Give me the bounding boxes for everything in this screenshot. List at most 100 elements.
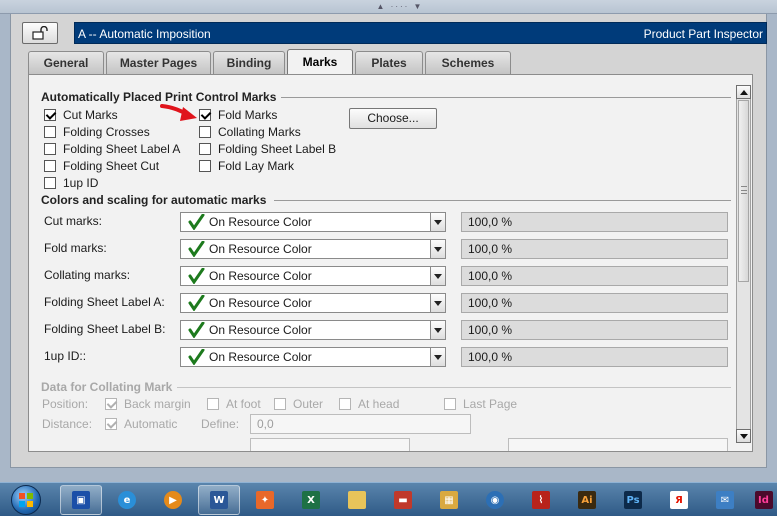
- last-page-checkbox[interactable]: Last Page: [444, 397, 517, 411]
- fold-marks-checkbox[interactable]: Fold Marks: [199, 108, 277, 122]
- folding-sheet-label-b-scale-field[interactable]: 100,0 %: [461, 320, 728, 340]
- lock-button[interactable]: [22, 22, 58, 44]
- tab-schemes[interactable]: Schemes: [425, 51, 511, 74]
- section-divider: [281, 97, 731, 98]
- taskbar-word[interactable]: W: [198, 485, 240, 515]
- checkbox-box[interactable]: [44, 160, 56, 172]
- vertical-scrollbar[interactable]: [736, 85, 751, 443]
- 1up-id-dropdown-button[interactable]: [430, 347, 446, 367]
- fold-marks-color-select[interactable]: On Resource Color: [180, 239, 445, 259]
- position-label: Position:: [42, 397, 89, 411]
- checkbox-box[interactable]: [199, 160, 211, 172]
- fold-marks-scale-field[interactable]: 100,0 %: [461, 239, 728, 259]
- checkbox-box[interactable]: [274, 398, 286, 410]
- taskbar-internet-explorer[interactable]: e: [106, 485, 148, 515]
- folding-sheet-cut-checkbox[interactable]: Folding Sheet Cut: [44, 159, 159, 173]
- tab-marks[interactable]: Marks: [287, 49, 353, 74]
- fold-marks-label: Fold marks:: [44, 241, 107, 255]
- scroll-up-button[interactable]: [736, 85, 751, 99]
- unlock-icon: [32, 26, 48, 40]
- 1up-id-color-select[interactable]: On Resource Color: [180, 347, 445, 367]
- cut-marks-dropdown-button[interactable]: [430, 212, 446, 232]
- 1up-id-scale-field[interactable]: 100,0 %: [461, 347, 728, 367]
- checkbox-box[interactable]: [207, 398, 219, 410]
- checkbox-box[interactable]: [199, 143, 211, 155]
- taskbar-image-app[interactable]: ▦: [428, 485, 470, 515]
- taskbar-yandex[interactable]: Я: [658, 485, 700, 515]
- cut-marks-checkbox[interactable]: Cut Marks: [44, 108, 118, 122]
- folding-sheet-label-a-scale-field[interactable]: 100,0 %: [461, 293, 728, 313]
- green-check-icon: [188, 268, 205, 284]
- tab-master-pages[interactable]: Master Pages: [106, 51, 211, 74]
- checkbox-box[interactable]: [105, 398, 117, 410]
- tab-bar: General Master Pages Binding Marks Plate…: [28, 49, 513, 75]
- taskbar-photoshop[interactable]: Ps: [612, 485, 654, 515]
- taskbar-orange-app[interactable]: ✦: [244, 485, 286, 515]
- folding-sheet-label-b-color-select[interactable]: On Resource Color: [180, 320, 445, 340]
- taskbar-indesign[interactable]: Id: [750, 485, 777, 515]
- checkbox-box[interactable]: [199, 126, 211, 138]
- splitter-grip-icon[interactable]: ▲ ···· ▼: [360, 3, 440, 11]
- cut-marks-color-select[interactable]: On Resource Color: [180, 212, 445, 232]
- at-foot-checkbox[interactable]: At foot: [207, 397, 261, 411]
- green-check-icon: [188, 349, 205, 365]
- checkbox-box[interactable]: [44, 109, 56, 121]
- taskbar-media-player[interactable]: ▶: [152, 485, 194, 515]
- collating-marks-dropdown-button[interactable]: [430, 266, 446, 286]
- 1up-id-checkbox[interactable]: 1up ID: [44, 176, 98, 190]
- checkbox-box[interactable]: [105, 418, 117, 430]
- back-margin-checkbox[interactable]: Back margin: [105, 397, 191, 411]
- tab-general[interactable]: General: [28, 51, 104, 74]
- taskbar-illustrator[interactable]: Ai: [566, 485, 608, 515]
- scrollbar-thumb[interactable]: [738, 100, 749, 282]
- collating-marks-color-select[interactable]: On Resource Color: [180, 266, 445, 286]
- taskbar-toolbox[interactable]: ▬: [382, 485, 424, 515]
- media-player-icon: ▶: [164, 491, 182, 509]
- chevron-down-icon: [434, 327, 442, 333]
- cut-marks-label: Cut marks:: [44, 214, 103, 228]
- folding-sheet-label-a-dropdown-button[interactable]: [430, 293, 446, 313]
- taskbar-mail[interactable]: ✉: [704, 485, 746, 515]
- choose-button[interactable]: Choose...: [349, 108, 437, 129]
- taskbar-browser[interactable]: ◉: [474, 485, 516, 515]
- top-splitter[interactable]: ▲ ···· ▼: [0, 0, 777, 14]
- indesign-icon: Id: [754, 491, 773, 509]
- folding-sheet-label-b-checkbox[interactable]: Folding Sheet Label B: [199, 142, 336, 156]
- taskbar-save-app[interactable]: ▣: [60, 485, 102, 515]
- green-check-icon: [188, 241, 205, 257]
- folding-sheet-label-a-color-select[interactable]: On Resource Color: [180, 293, 445, 313]
- outer-checkbox[interactable]: Outer: [274, 397, 323, 411]
- photoshop-icon: Ps: [624, 491, 642, 509]
- fold-lay-mark-checkbox[interactable]: Fold Lay Mark: [199, 159, 294, 173]
- internet-explorer-icon: e: [118, 491, 136, 509]
- checkbox-box[interactable]: [44, 177, 56, 189]
- collating-marks-scale-field[interactable]: 100,0 %: [461, 266, 728, 286]
- cut-marks-scale-field[interactable]: 100,0 %: [461, 212, 728, 232]
- checkbox-box[interactable]: [444, 398, 456, 410]
- folding-crosses-checkbox[interactable]: Folding Crosses: [44, 125, 150, 139]
- at-head-checkbox[interactable]: At head: [339, 397, 399, 411]
- taskbar-acrobat[interactable]: ⌇: [520, 485, 562, 515]
- taskbar-excel[interactable]: X: [290, 485, 332, 515]
- taskbar: ▣ e ▶ W ✦ X ▬ ▦ ◉ ⌇ Ai Ps Я ✉ Id: [0, 482, 777, 516]
- checkbox-box[interactable]: [339, 398, 351, 410]
- fold-marks-dropdown-button[interactable]: [430, 239, 446, 259]
- tab-binding[interactable]: Binding: [213, 51, 285, 74]
- taskbar-explorer[interactable]: [336, 485, 378, 515]
- checkbox-box[interactable]: [44, 126, 56, 138]
- folding-sheet-label-a-checkbox[interactable]: Folding Sheet Label A: [44, 142, 180, 156]
- start-button[interactable]: [6, 483, 46, 516]
- folding-sheet-label-b-dropdown-button[interactable]: [430, 320, 446, 340]
- scroll-down-button[interactable]: [736, 429, 751, 443]
- define-distance-field[interactable]: 0,0: [250, 414, 471, 434]
- cutoff-field[interactable]: [508, 438, 728, 451]
- acrobat-icon: ⌇: [532, 491, 550, 509]
- save-app-icon: ▣: [72, 491, 90, 509]
- distance-automatic-checkbox[interactable]: Automatic: [105, 417, 177, 431]
- collating-marks-checkbox[interactable]: Collating Marks: [199, 125, 301, 139]
- arrow-up-icon: [739, 89, 748, 95]
- cutoff-field[interactable]: [250, 438, 410, 451]
- tab-plates[interactable]: Plates: [355, 51, 423, 74]
- browser-icon: ◉: [486, 491, 504, 509]
- checkbox-box[interactable]: [44, 143, 56, 155]
